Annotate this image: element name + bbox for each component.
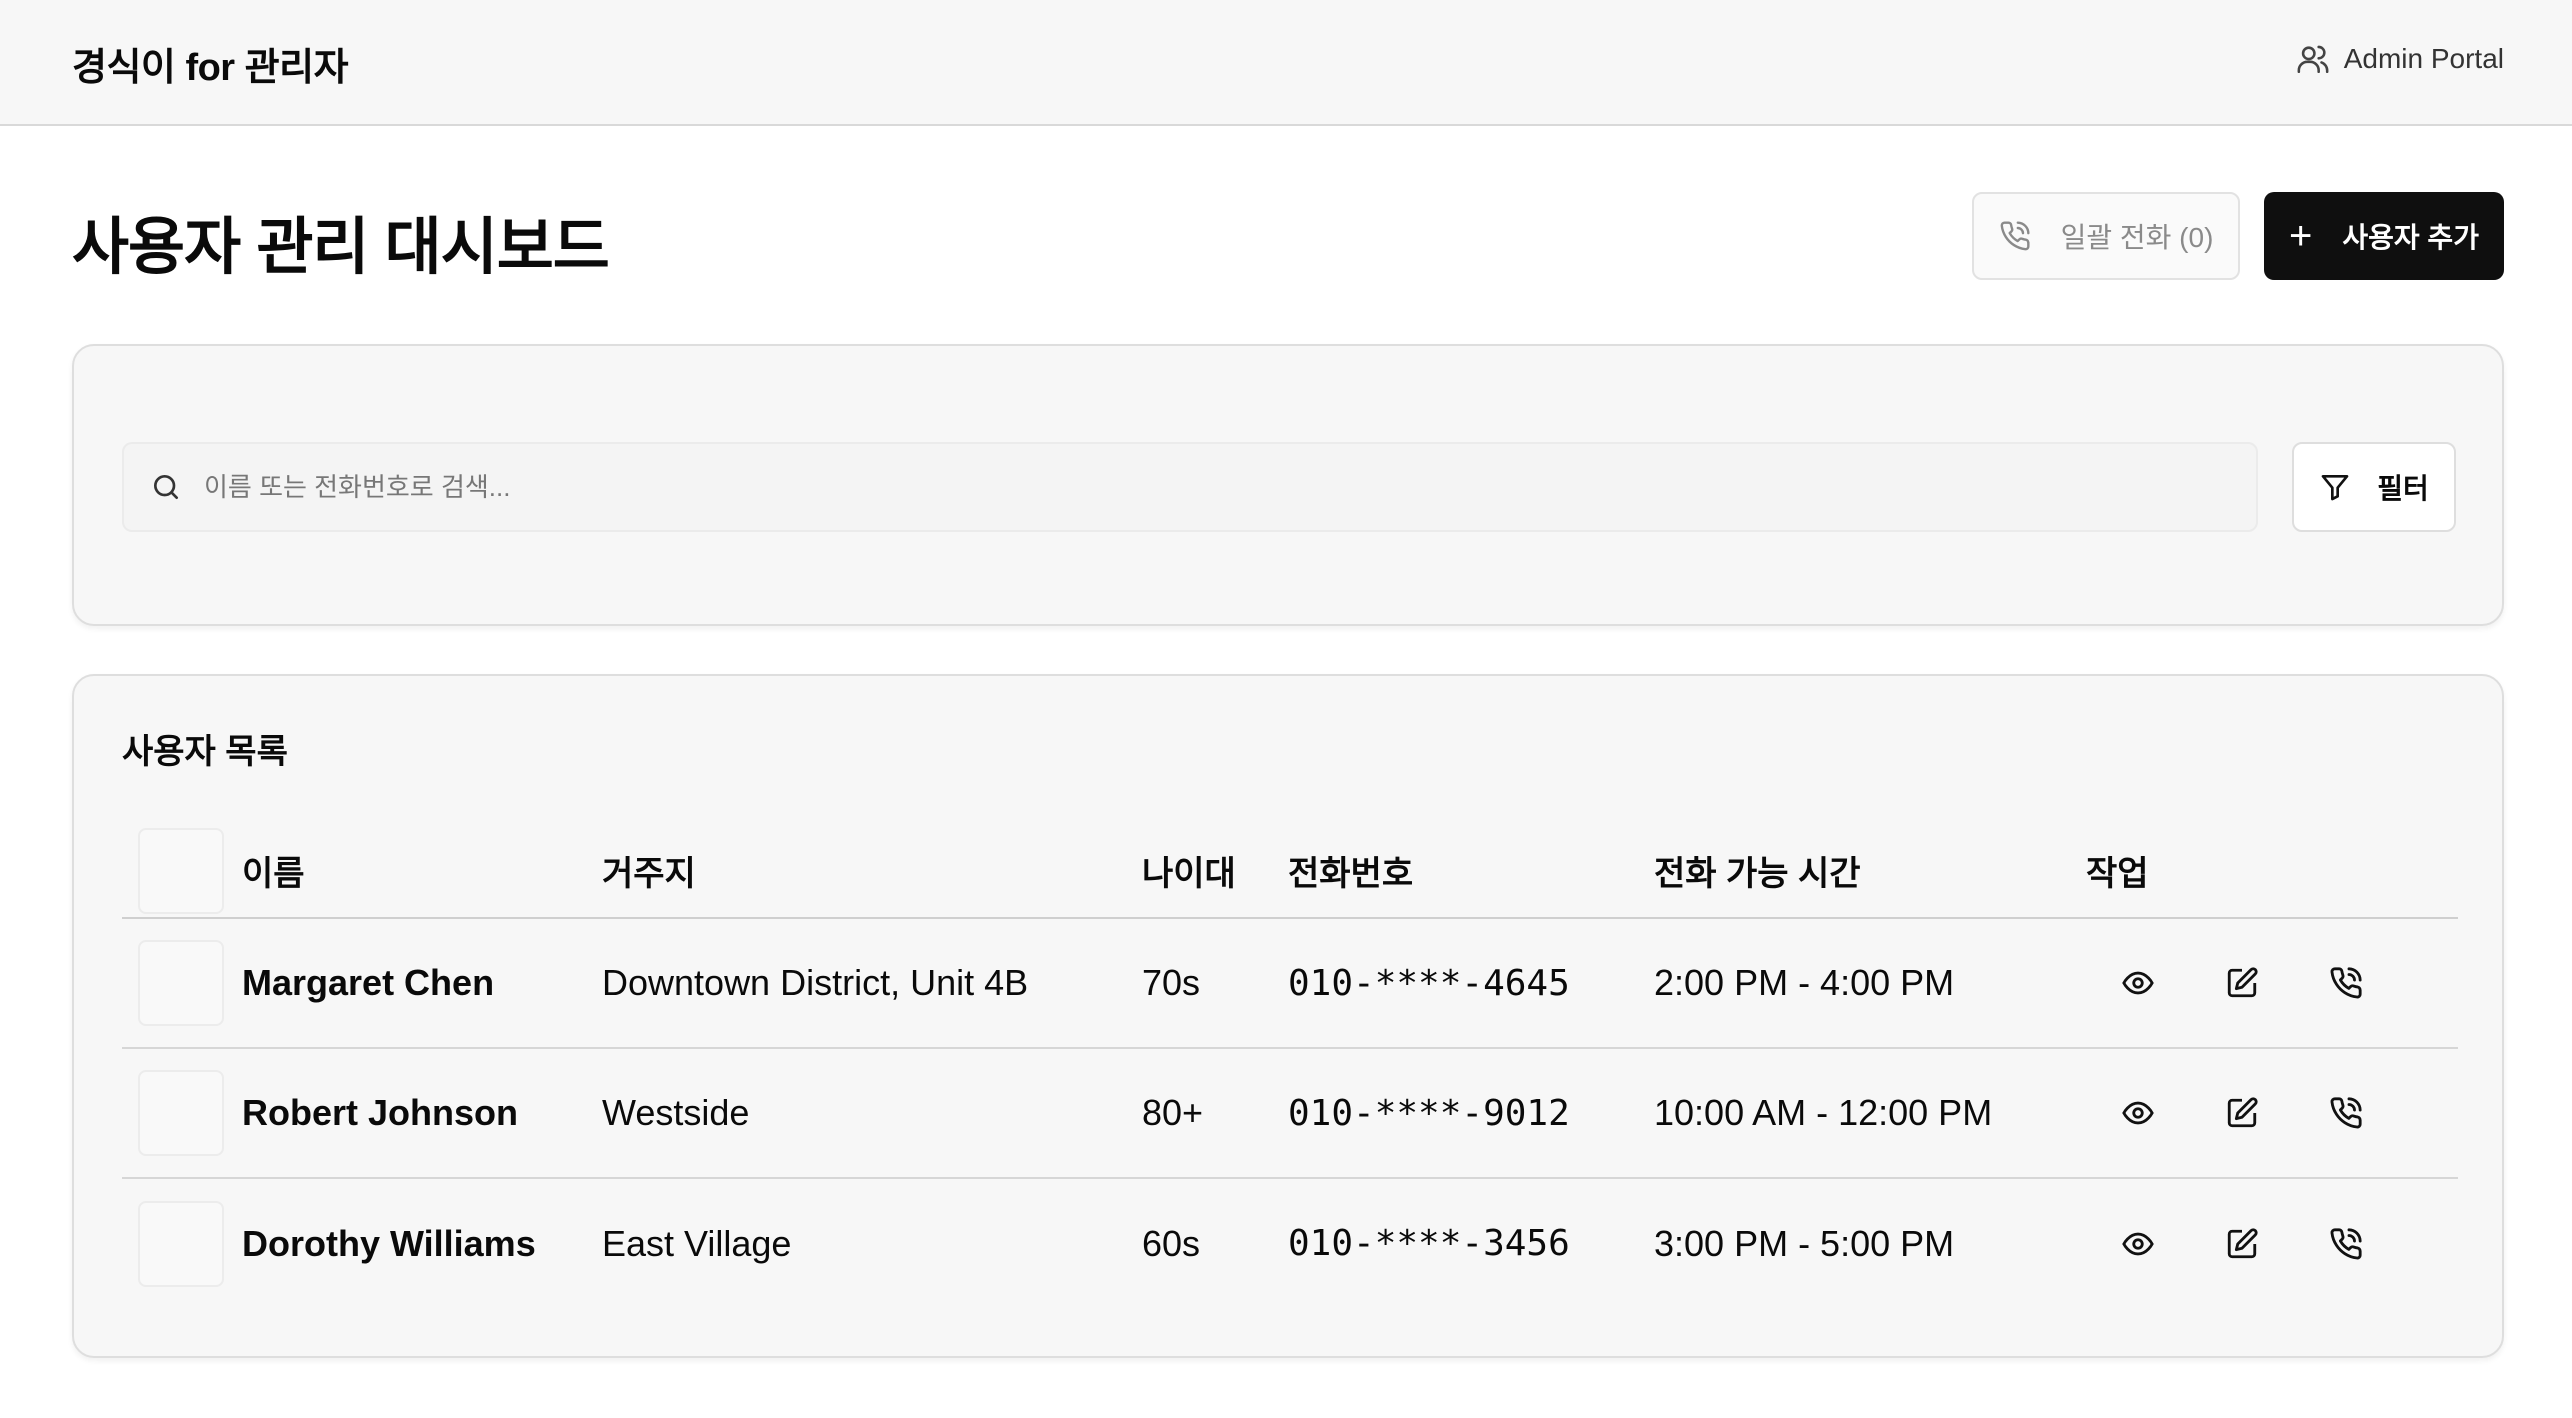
eye-icon — [2122, 1232, 2154, 1255]
edit-icon — [2227, 1227, 2258, 1258]
edit-button[interactable] — [2190, 1073, 2294, 1153]
phone-call-icon — [2330, 1097, 2362, 1129]
table-header-row: 이름 거주지 나이대 전화번호 전화 가능 시간 작업 — [122, 824, 2458, 918]
user-residence: Westside — [602, 1092, 750, 1133]
user-residence: Downtown District, Unit 4B — [602, 962, 1029, 1003]
view-button[interactable] — [2086, 1204, 2190, 1284]
bulk-call-button[interactable]: 일괄 전화 (0) — [1972, 192, 2240, 280]
search-panel: 필터 — [72, 344, 2504, 626]
app-brand[interactable]: 경식이 for 관리자 — [72, 36, 349, 91]
row-checkbox[interactable] — [138, 1200, 224, 1287]
filter-button[interactable]: 필터 — [2292, 442, 2456, 532]
user-list-title: 사용자 목록 — [122, 733, 288, 771]
view-button[interactable] — [2086, 943, 2190, 1023]
row-actions — [2086, 918, 2458, 1048]
users-icon — [2297, 45, 2329, 74]
edit-icon — [2227, 967, 2258, 998]
eye-icon — [2122, 971, 2154, 995]
admin-portal-label: Admin Portal — [2343, 43, 2504, 74]
column-header-actions: 작업 — [2086, 855, 2149, 893]
search-box[interactable] — [122, 442, 2258, 532]
phone-call-icon — [2000, 221, 2030, 251]
table-row[interactable]: Robert Johnson Westside 80+ 010-****-901… — [122, 1048, 2458, 1178]
select-all-cell — [122, 824, 242, 918]
filter-icon — [2321, 475, 2349, 501]
column-header-residence[interactable]: 거주지 — [602, 824, 1142, 918]
user-phone: 010-****-4645 — [1288, 962, 1570, 1004]
row-actions — [2086, 1178, 2458, 1308]
user-age: 80+ — [1142, 1092, 1204, 1133]
edit-button[interactable] — [2190, 1204, 2294, 1284]
user-phone: 010-****-9012 — [1288, 1092, 1570, 1134]
add-user-label: 사용자 추가 — [2342, 222, 2479, 253]
bulk-call-label: 일괄 전화 (0) — [2060, 222, 2214, 253]
add-user-button[interactable]: + 사용자 추가 — [2264, 192, 2504, 280]
user-name: Margaret Chen — [242, 962, 495, 1003]
row-checkbox[interactable] — [138, 940, 224, 1026]
table-row[interactable]: Dorothy Williams East Village 60s 010-**… — [122, 1178, 2458, 1308]
call-button[interactable] — [2294, 943, 2398, 1023]
view-button[interactable] — [2086, 1073, 2190, 1153]
user-name: Robert Johnson — [242, 1092, 518, 1133]
column-header-call-time[interactable]: 전화 가능 시간 — [1654, 824, 2086, 918]
user-call-time: 10:00 AM - 12:00 PM — [1654, 1092, 1993, 1133]
column-header-age[interactable]: 나이대 — [1142, 824, 1288, 918]
edit-button[interactable] — [2190, 943, 2294, 1023]
row-checkbox[interactable] — [138, 1070, 224, 1156]
select-cell — [122, 1048, 242, 1178]
search-icon — [154, 475, 178, 499]
column-header-phone[interactable]: 전화번호 — [1288, 824, 1654, 918]
user-call-time: 3:00 PM - 5:00 PM — [1654, 1222, 1955, 1264]
user-name: Dorothy Williams — [242, 1222, 536, 1264]
search-input[interactable] — [204, 471, 2256, 503]
phone-call-icon — [2330, 1227, 2362, 1259]
phone-call-icon — [2330, 967, 2362, 999]
user-residence: East Village — [602, 1222, 792, 1264]
select-cell — [122, 918, 242, 1048]
call-button[interactable] — [2294, 1204, 2398, 1284]
select-cell — [122, 1178, 242, 1308]
filter-label: 필터 — [2377, 473, 2429, 504]
plus-icon: + — [2289, 214, 2313, 258]
edit-icon — [2227, 1097, 2258, 1128]
select-all-checkbox[interactable] — [138, 827, 224, 914]
top-navigation-bar: 경식이 for 관리자 Admin Portal — [0, 0, 2572, 126]
admin-portal-link[interactable]: Admin Portal — [2296, 42, 2504, 76]
user-call-time: 2:00 PM - 4:00 PM — [1654, 962, 1955, 1003]
row-actions — [2086, 1048, 2458, 1178]
user-age: 60s — [1142, 1222, 1201, 1264]
user-list-panel: 사용자 목록 이름 거주지 나이대 전화번호 전화 가능 시간 작업 Marga… — [72, 674, 2504, 1358]
call-button[interactable] — [2294, 1073, 2398, 1153]
table-row[interactable]: Margaret Chen Downtown District, Unit 4B… — [122, 918, 2458, 1048]
page-title: 사용자 관리 대시보드 — [72, 213, 610, 282]
user-phone: 010-****-3456 — [1288, 1223, 1570, 1264]
eye-icon — [2122, 1101, 2154, 1125]
user-age: 70s — [1142, 962, 1201, 1003]
user-table: 이름 거주지 나이대 전화번호 전화 가능 시간 작업 Margaret Che… — [122, 824, 2458, 1308]
column-header-name[interactable]: 이름 — [242, 824, 602, 918]
